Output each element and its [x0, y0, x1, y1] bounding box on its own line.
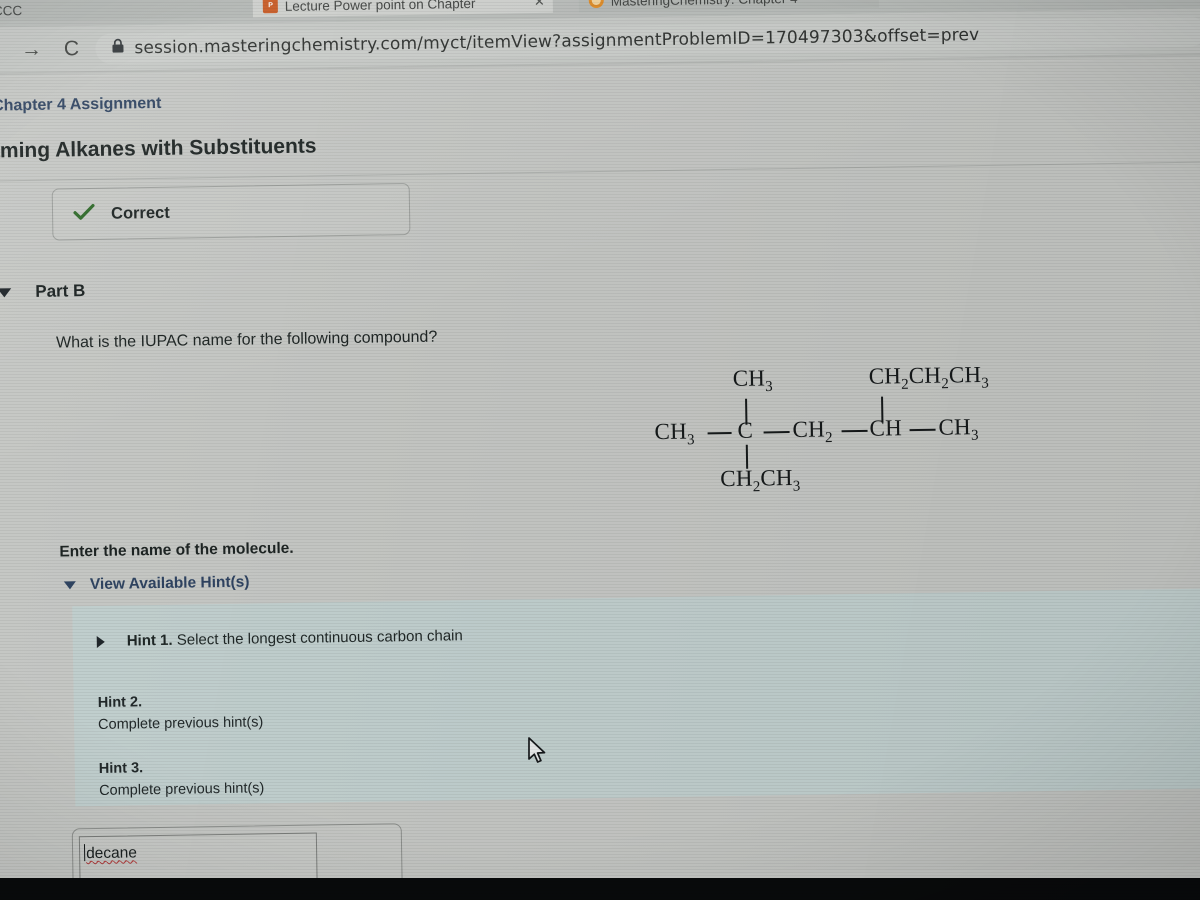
hint-2-title: Hint 2.: [97, 694, 143, 711]
view-hints-toggle[interactable]: View Available Hint(s): [63, 573, 250, 595]
hint-1-body: Select the longest continuous carbon cha…: [176, 627, 463, 649]
molecule-label-top-left: CH3: [732, 365, 774, 396]
new-tab-button[interactable]: +: [909, 0, 919, 5]
url-text: session.masteringchemistry.com/myct/item…: [134, 24, 980, 58]
molecule-label-top-right: CH2CH2CH3: [868, 362, 990, 393]
hints-panel: Hint 1. Select the longest continuous ca…: [72, 588, 1200, 807]
title-divider: [0, 161, 1200, 182]
hint-2-body: Complete previous hint(s): [97, 714, 264, 733]
close-icon[interactable]: ✕: [534, 0, 545, 10]
bond-horizontal: [763, 431, 790, 434]
caret-down-icon[interactable]: [0, 287, 12, 297]
page-title: Naming Alkanes with Substituents: [0, 134, 317, 163]
molecule-label-bottom: CH2CH3: [720, 465, 801, 496]
page-content: ‹ Chapter 4 Assignment Naming Alkanes wi…: [0, 58, 1200, 900]
part-header[interactable]: Part B: [0, 281, 86, 302]
close-icon[interactable]: ✕: [860, 0, 871, 5]
mastering-icon: [588, 0, 604, 9]
browser-tab-0-title: CCC: [0, 3, 23, 19]
hint-1-title: Hint 1.: [126, 631, 173, 650]
browser-tab-2[interactable]: MasteringChemistry: Chapter 4 ✕: [578, 0, 879, 13]
hint-1-text: Hint 1. Select the longest continuous ca…: [127, 627, 463, 649]
photo-of-monitor: CCC ✕ P Lecture Power point on Chapter ✕…: [0, 0, 1200, 900]
molecule-label-chain-4: CH: [869, 415, 903, 441]
browser-tab-1[interactable]: P Lecture Power point on Chapter ✕: [252, 0, 553, 18]
hint-3-title: Hint 3.: [98, 760, 144, 777]
hint-item-3: Hint 3. Complete previous hint(s): [99, 755, 265, 802]
question-text: What is the IUPAC name for the following…: [55, 328, 438, 352]
molecule-diagram: CH3 CH2CH2CH3 CH3 C CH2 CH CH3 CH2CH3: [654, 361, 1051, 512]
instruction-text: Enter the name of the molecule.: [59, 539, 294, 561]
hint-3-body: Complete previous hint(s): [99, 780, 265, 799]
molecule-label-chain-2: C: [737, 417, 754, 443]
part-label: Part B: [35, 281, 86, 301]
caret-right-icon[interactable]: [96, 635, 105, 648]
back-button[interactable]: ←: [0, 38, 12, 63]
molecule-label-chain-1: CH3: [654, 418, 695, 449]
status-banner: Correct: [51, 182, 411, 241]
reload-button[interactable]: C: [51, 36, 91, 61]
hint-item-2: Hint 2. Complete previous hint(s): [98, 689, 264, 736]
powerpoint-icon: P: [262, 0, 278, 14]
browser-tab-2-title: MasteringChemistry: Chapter 4: [611, 0, 853, 9]
screen-surface: CCC ✕ P Lecture Power point on Chapter ✕…: [0, 0, 1200, 900]
browser-tab-0[interactable]: CCC ✕: [0, 0, 286, 22]
molecule-label-chain-5: CH3: [938, 414, 979, 444]
hint-item-1[interactable]: Hint 1. Select the longest continuous ca…: [96, 627, 463, 650]
breadcrumb[interactable]: ‹ Chapter 4 Assignment: [0, 95, 161, 116]
bond-horizontal: [707, 431, 732, 435]
forward-button[interactable]: →: [11, 37, 51, 62]
check-icon: [73, 202, 95, 225]
bond-horizontal: [909, 428, 936, 432]
browser-tab-1-title: Lecture Power point on Chapter: [284, 0, 476, 14]
view-hints-label: View Available Hint(s): [89, 573, 250, 594]
status-badge: Correct: [110, 203, 170, 223]
bond-horizontal: [841, 429, 868, 433]
photo-bezel: [0, 878, 1200, 900]
caret-down-icon[interactable]: [63, 581, 76, 590]
answer-value: decane: [85, 844, 138, 863]
molecule-label-chain-3: CH2: [792, 416, 833, 447]
lock-icon: [111, 38, 124, 58]
